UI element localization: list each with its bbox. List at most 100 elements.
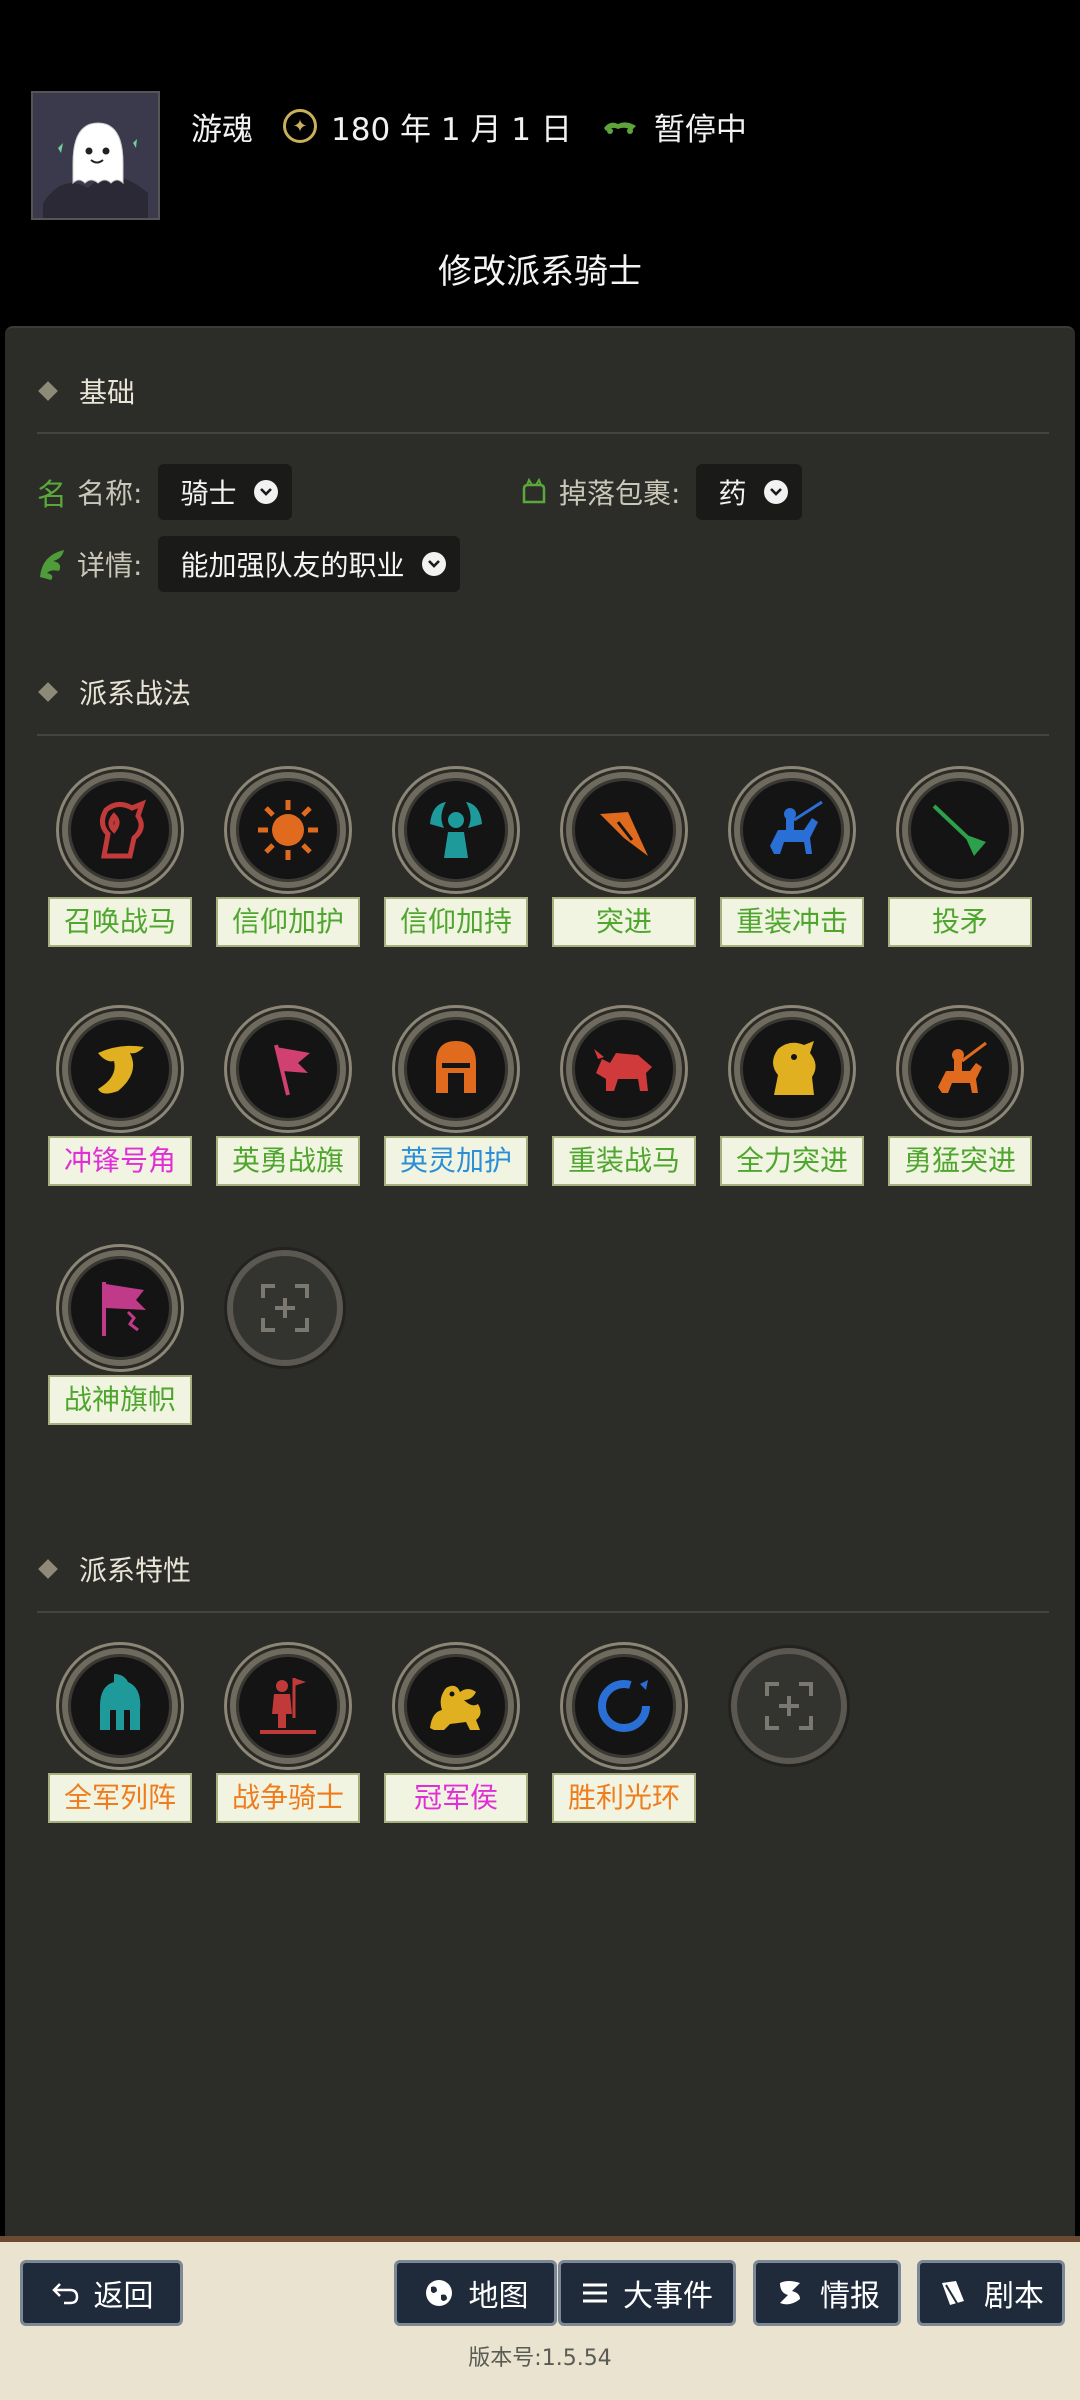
armored-beast-icon xyxy=(566,1011,682,1127)
add-square-icon xyxy=(765,1682,813,1730)
horse-head-icon xyxy=(62,772,178,888)
tactic-label: 战神旗帜 xyxy=(48,1375,192,1425)
tactic-label: 重装战马 xyxy=(552,1136,696,1186)
scroll-icon xyxy=(780,2281,800,2305)
section-basic-title: 基础 xyxy=(79,376,136,409)
tactic-skill[interactable]: 信仰加护 xyxy=(208,772,368,972)
spartan-helmet-icon xyxy=(62,1648,178,1764)
detail-leaf-icon xyxy=(40,550,64,580)
edit-faction-panel: 基础 名 名称: 骑士 掉落包裹: 药 详情: 能加强队友的职业 派系战法 召唤… xyxy=(5,326,1075,2400)
trait-label: 冠军侯 xyxy=(384,1773,528,1823)
aura-figure-icon xyxy=(398,772,514,888)
trait-skill[interactable]: 胜利光环 xyxy=(544,1648,704,1848)
drop-bag-label: 掉落包裹: xyxy=(559,477,681,510)
tactic-skill[interactable]: 重装冲击 xyxy=(712,772,872,972)
lancer-rider-icon xyxy=(902,1011,1018,1127)
trait-skill[interactable]: 全军列阵 xyxy=(40,1648,200,1848)
name-value: 骑士 xyxy=(180,477,237,510)
tactic-label: 勇猛突进 xyxy=(888,1136,1032,1186)
divider xyxy=(37,734,1049,736)
tactic-skill[interactable]: 全力突进 xyxy=(712,1011,872,1211)
add-square-icon xyxy=(261,1284,309,1332)
map-label: 地图 xyxy=(468,2279,529,2314)
back-button[interactable]: 返回 xyxy=(20,2260,183,2326)
name-label: 名称: xyxy=(77,477,143,510)
player-avatar[interactable] xyxy=(31,91,160,220)
name-field: 名 名称: 骑士 xyxy=(37,464,293,520)
pause-status-icon xyxy=(603,122,636,134)
name-dropdown[interactable]: 骑士 xyxy=(158,464,293,520)
chevron-down-icon xyxy=(764,480,789,504)
bottom-nav-bar: 返回 地图 大事件 情报 剧本 版本号:1.5.54 xyxy=(0,2236,1080,2400)
script-label: 剧本 xyxy=(984,2279,1044,2314)
tactic-skill[interactable]: 信仰加持 xyxy=(376,772,536,972)
drop-bag-value: 药 xyxy=(718,477,747,510)
trait-skill[interactable]: 战争骑士 xyxy=(208,1648,368,1848)
detail-label: 详情: xyxy=(77,549,143,582)
banner-icon xyxy=(230,1011,346,1127)
back-label: 返回 xyxy=(93,2279,154,2314)
tactic-skill[interactable]: 冲锋号角 xyxy=(40,1011,200,1211)
script-button[interactable]: 剧本 xyxy=(917,2260,1065,2326)
tactic-label: 信仰加持 xyxy=(384,897,528,947)
war-knight-icon xyxy=(230,1648,346,1764)
tactic-skill[interactable]: 英灵加护 xyxy=(376,1011,536,1211)
tactic-skill[interactable]: 勇猛突进 xyxy=(880,1011,1040,1211)
tactic-skill[interactable]: 投矛 xyxy=(880,772,1040,972)
tactic-label: 信仰加护 xyxy=(216,897,360,947)
book-icon xyxy=(942,2281,964,2306)
trait-label: 全军列阵 xyxy=(48,1773,192,1823)
diamond-bullet-icon xyxy=(38,682,58,702)
detail-value: 能加强队友的职业 xyxy=(180,549,405,582)
tactic-skill[interactable]: 重装战马 xyxy=(544,1011,704,1211)
tactic-label: 突进 xyxy=(552,897,696,947)
section-traits-header: 派系特性 xyxy=(38,1549,191,1589)
knight-horse-icon xyxy=(734,1011,850,1127)
tactic-skill[interactable]: 战神旗帜 xyxy=(40,1250,200,1450)
add-tactic-button[interactable] xyxy=(227,1250,343,1366)
tactic-label: 重装冲击 xyxy=(720,897,864,947)
intel-button[interactable]: 情报 xyxy=(753,2260,901,2326)
back-arrow-icon xyxy=(51,2283,78,2305)
helmet-icon xyxy=(398,1011,514,1127)
diamond-bullet-icon xyxy=(38,1559,58,1579)
calendar-icon: ✦ xyxy=(283,109,317,143)
war-flag-icon xyxy=(62,1250,178,1366)
divider xyxy=(37,1611,1049,1613)
events-button[interactable]: 大事件 xyxy=(558,2260,736,2326)
section-tactics-title: 派系战法 xyxy=(79,677,192,710)
chevron-down-icon xyxy=(254,480,279,504)
bag-icon xyxy=(522,477,546,504)
section-tactics-header: 派系战法 xyxy=(38,672,192,712)
sunburst-icon xyxy=(230,772,346,888)
intel-label: 情报 xyxy=(820,2279,880,2314)
trait-label: 胜利光环 xyxy=(552,1773,696,1823)
globe-icon xyxy=(425,2280,452,2306)
tactic-label: 召唤战马 xyxy=(48,897,192,947)
tactic-skill[interactable]: 突进 xyxy=(544,772,704,972)
tactic-label: 英勇战旗 xyxy=(216,1136,360,1186)
spear-head-icon xyxy=(566,772,682,888)
map-button[interactable]: 地图 xyxy=(394,2260,557,2326)
status-bar: 游魂 ✦ 180 年 1 月 1 日 暂停中 xyxy=(191,104,747,148)
section-basic-header: 基础 xyxy=(38,371,136,411)
qilin-icon xyxy=(398,1648,514,1764)
tactic-skill[interactable]: 英勇战旗 xyxy=(208,1011,368,1211)
chevron-down-icon xyxy=(422,552,447,576)
tactic-label: 投矛 xyxy=(888,897,1032,947)
list-icon xyxy=(583,2283,607,2303)
detail-dropdown[interactable]: 能加强队友的职业 xyxy=(158,536,461,592)
drop-bag-dropdown[interactable]: 药 xyxy=(696,464,803,520)
ring-aura-icon xyxy=(566,1648,682,1764)
player-name: 游魂 xyxy=(191,111,253,148)
events-label: 大事件 xyxy=(623,2279,713,2314)
add-trait-button[interactable] xyxy=(731,1648,847,1764)
version-text: 版本号:1.5.54 xyxy=(468,2346,612,2371)
horn-icon xyxy=(62,1011,178,1127)
tactic-skill[interactable]: 召唤战马 xyxy=(40,772,200,972)
tactic-label: 冲锋号角 xyxy=(48,1136,192,1186)
cavalry-charge-icon xyxy=(734,772,850,888)
drop-bag-field: 掉落包裹: 药 xyxy=(519,464,803,520)
trait-skill[interactable]: 冠军侯 xyxy=(376,1648,536,1848)
tactic-label: 英灵加护 xyxy=(384,1136,528,1186)
